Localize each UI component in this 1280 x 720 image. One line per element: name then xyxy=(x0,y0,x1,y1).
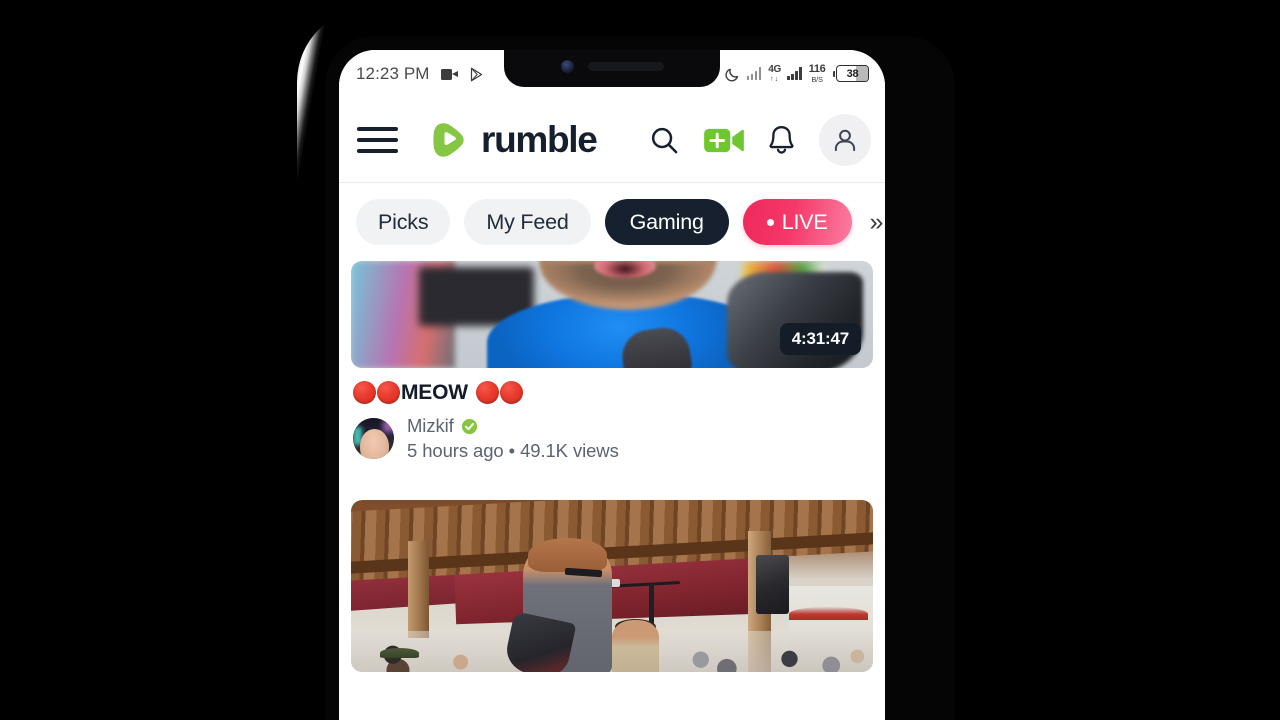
channel-name[interactable]: Mizkif xyxy=(407,415,454,437)
screen-record-icon xyxy=(440,68,458,80)
video-title[interactable]: MEOW xyxy=(353,381,871,405)
hamburger-bar xyxy=(357,138,398,142)
header-actions xyxy=(649,114,871,166)
hamburger-bar xyxy=(357,149,398,153)
avatar-detail xyxy=(359,429,389,460)
red-circle-emoji-icon xyxy=(377,381,400,405)
video-thumbnail[interactable]: 4:31:47 xyxy=(351,261,873,368)
signal-bars-2-icon xyxy=(787,67,802,81)
avatar-detail xyxy=(383,419,394,433)
chip-label: Picks xyxy=(378,209,429,234)
screenshot-root: 12:23 PM 4G ↑↓ 116 B/S 38 rumble Picks M… xyxy=(0,0,1280,720)
battery-body: 38 xyxy=(836,65,869,83)
earpiece-speaker xyxy=(587,61,664,71)
front-camera-icon xyxy=(560,59,574,73)
hamburger-bar xyxy=(357,127,398,131)
chip-gaming[interactable]: Gaming xyxy=(604,199,729,245)
channel-avatar[interactable] xyxy=(353,418,394,460)
upload-video-camera-plus-icon[interactable] xyxy=(703,125,744,156)
red-circle-emoji-icon xyxy=(475,381,499,405)
verified-badge-icon xyxy=(461,418,478,435)
battery-percent-label: 38 xyxy=(846,67,859,80)
search-icon[interactable] xyxy=(649,125,680,156)
video-meta-text: Mizkif 5 hours ago • 49.1K views xyxy=(407,415,619,462)
video-card-body: MEOW Mizkif 5 hours ago • 49.1K views xyxy=(351,368,873,462)
signal-bars-icon xyxy=(746,67,762,81)
chip-picks[interactable]: Picks xyxy=(356,199,451,245)
red-circle-emoji-icon xyxy=(353,381,376,405)
data-rate-indicator: 116 B/S xyxy=(808,63,826,84)
battery-terminal xyxy=(832,70,835,77)
status-bar-left: 12:23 PM xyxy=(356,64,484,84)
video-card[interactable]: 4:31:47 MEOW Mizkif 5 hours ago • 49.1K … xyxy=(339,261,885,462)
bell-icon[interactable] xyxy=(767,124,796,157)
thumb-detail xyxy=(755,555,790,614)
chip-label: Gaming xyxy=(629,209,704,234)
card-separator xyxy=(339,462,885,501)
google-play-icon xyxy=(469,67,484,82)
video-duration-badge: 4:31:47 xyxy=(779,323,861,355)
chip-live[interactable]: LIVE xyxy=(742,199,852,245)
rumble-play-logo-icon xyxy=(426,118,470,162)
phone-screen: 12:23 PM 4G ↑↓ 116 B/S 38 rumble Picks M… xyxy=(339,50,885,720)
chip-label: My Feed xyxy=(486,209,569,234)
video-thumbnail[interactable] xyxy=(351,500,873,673)
network-type-indicator: 4G ↑↓ xyxy=(768,63,782,83)
channel-line: Mizkif xyxy=(407,415,619,437)
thumb-detail xyxy=(612,620,659,673)
video-meta-row: Mizkif 5 hours ago • 49.1K views xyxy=(353,415,871,462)
video-card[interactable] xyxy=(339,500,885,673)
video-stats: 5 hours ago • 49.1K views xyxy=(407,440,619,462)
status-bar-right: 4G ↑↓ 116 B/S 38 xyxy=(704,64,869,83)
thumb-detail xyxy=(408,541,430,638)
video-title-text: MEOW xyxy=(401,381,468,404)
do-not-disturb-moon-icon xyxy=(725,66,740,82)
red-circle-emoji-icon xyxy=(499,381,523,405)
phone-notch xyxy=(504,50,720,87)
live-dot-icon xyxy=(766,218,774,226)
rumble-wordmark: rumble xyxy=(481,119,598,160)
user-avatar-icon[interactable] xyxy=(819,114,871,166)
thumbnail-image xyxy=(351,500,873,673)
thumb-detail xyxy=(379,648,419,659)
status-bar-clock: 12:23 PM xyxy=(356,64,430,83)
rumble-brand-logo[interactable]: rumble xyxy=(426,118,598,162)
category-chip-bar[interactable]: Picks My Feed Gaming LIVE » xyxy=(339,183,885,261)
hamburger-menu-icon[interactable] xyxy=(357,125,398,155)
chip-my-feed[interactable]: My Feed xyxy=(464,199,591,245)
app-header: rumble xyxy=(339,98,885,183)
chip-overflow-icon[interactable]: » xyxy=(864,209,885,235)
video-feed: 4:31:47 MEOW Mizkif 5 hours ago • 49.1K … xyxy=(339,261,885,673)
battery-indicator: 38 xyxy=(832,65,869,83)
thumb-detail xyxy=(789,606,868,621)
chip-label: LIVE xyxy=(781,209,828,234)
